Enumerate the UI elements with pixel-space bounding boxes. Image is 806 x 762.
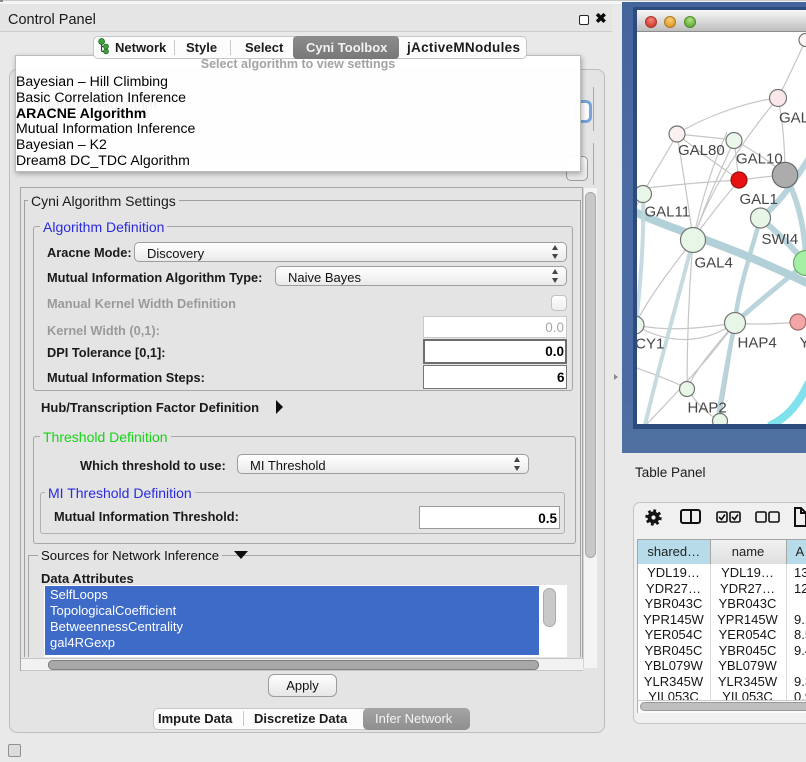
svg-text:GAL80: GAL80 xyxy=(678,142,725,159)
svg-text:GAL2: GAL2 xyxy=(779,110,806,127)
svg-text:HAP2: HAP2 xyxy=(688,400,727,417)
svg-text:HAP4: HAP4 xyxy=(738,335,777,352)
svg-text:Y: Y xyxy=(800,335,806,352)
svg-text:GAL4: GAL4 xyxy=(695,255,733,272)
svg-text:GAL10: GAL10 xyxy=(736,151,783,168)
svg-text:GCY1: GCY1 xyxy=(637,336,664,353)
svg-text:GAL1: GAL1 xyxy=(740,191,778,208)
svg-text:GAL11: GAL11 xyxy=(645,204,691,221)
svg-text:SWI4: SWI4 xyxy=(762,231,799,248)
